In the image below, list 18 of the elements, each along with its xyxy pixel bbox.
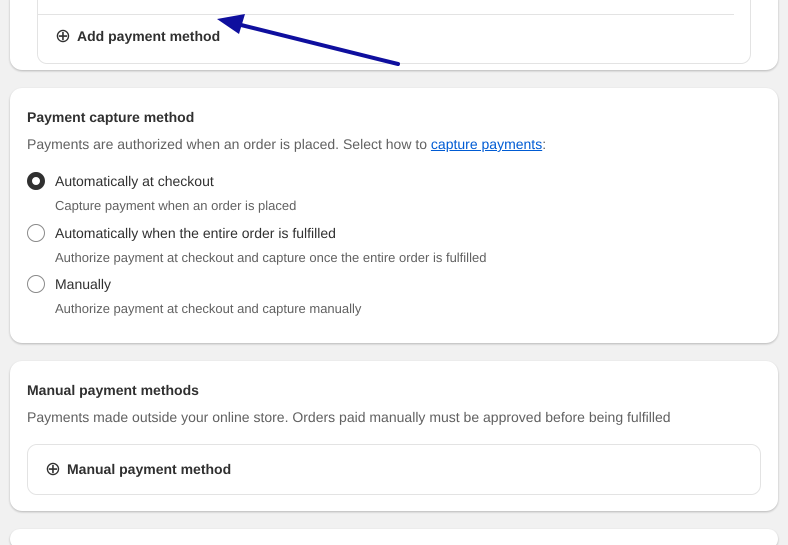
add-payment-method-button[interactable]: ⊕ Add payment method	[55, 26, 733, 47]
section-description: Payments made outside your online store. Orders paid manually must be approved before being fulfilled	[27, 408, 672, 427]
add-icon: ⊕	[55, 27, 71, 46]
capture-payments-link[interactable]: capture payments	[430, 136, 542, 152]
section-title: Payment capture method	[27, 108, 196, 127]
option-hint: Authorize payment at checkout and capture manually	[55, 300, 362, 318]
section-description: Payments are authorized when an order is placed. Select how to capture payments:	[27, 135, 548, 154]
radio-button[interactable]	[27, 224, 45, 242]
add-icon: ⊕	[45, 460, 61, 478]
radio-button[interactable]	[27, 172, 45, 190]
add-manual-method-button[interactable]: ⊕ Manual payment method	[45, 458, 232, 480]
radio-label[interactable]: Automatically when the entire order is fulfilled	[55, 222, 486, 244]
option-hint: Capture payment when an order is placed	[55, 197, 296, 215]
option-hint: Authorize payment at checkout and capture once the entire order is fulfilled	[55, 248, 486, 267]
radio-label[interactable]: Manually	[55, 274, 362, 295]
radio-label[interactable]: Automatically at checkout	[55, 171, 296, 192]
section-title: Manual payment methods	[27, 380, 200, 400]
radio-button[interactable]	[27, 275, 45, 293]
